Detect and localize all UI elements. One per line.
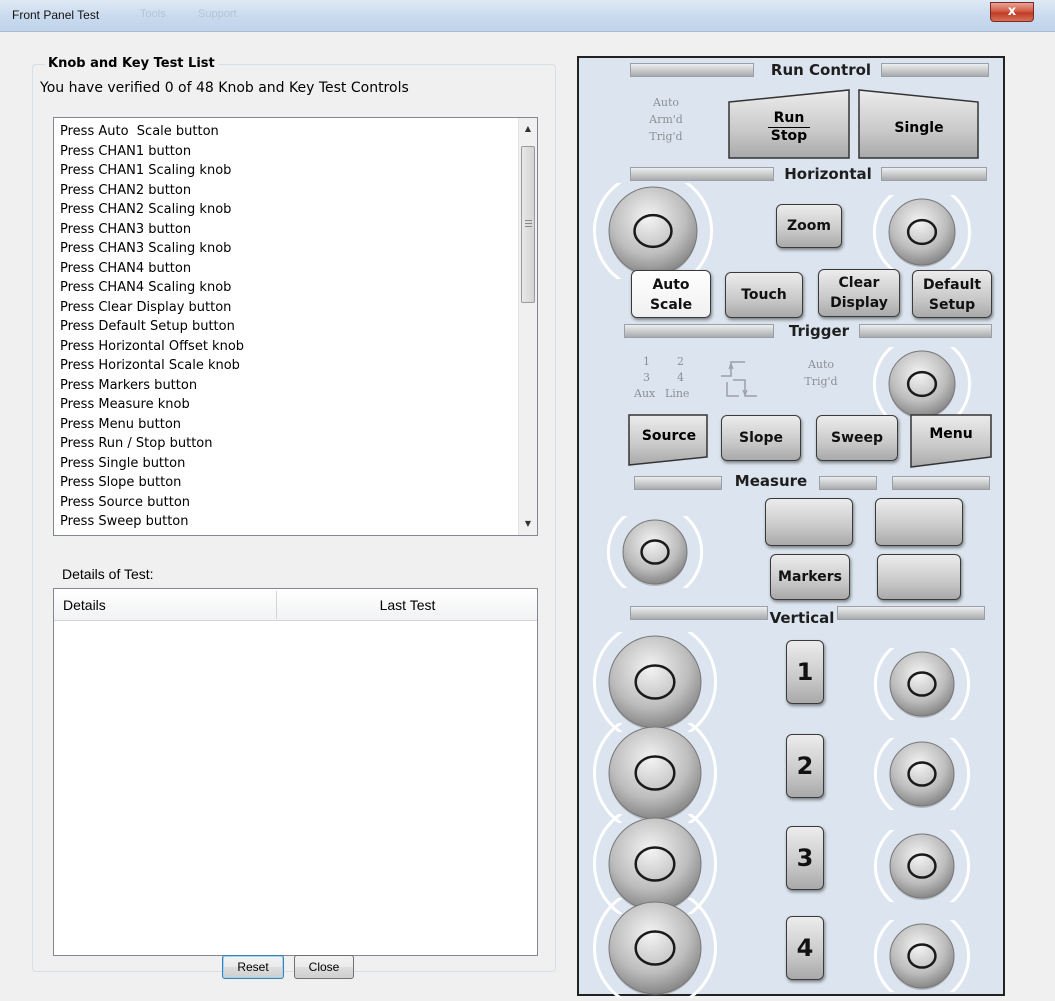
list-item[interactable]: Press CHAN3 Scaling knob (60, 239, 510, 259)
horizontal-title: Horizontal (784, 165, 872, 183)
scroll-thumb[interactable] (521, 146, 535, 303)
vertical-title: Vertical (769, 609, 835, 627)
list-item[interactable]: Press Auto Scale button (60, 122, 510, 142)
list-item[interactable]: Press CHAN4 Scaling knob (60, 278, 510, 298)
test-list-items: Press Auto Scale button Press CHAN1 butto… (60, 122, 510, 532)
slope-button[interactable]: Slope (721, 415, 801, 461)
section-bar (892, 476, 990, 490)
list-item[interactable]: Press CHAN4 button (60, 259, 510, 279)
measure-softkey-2-button[interactable] (875, 498, 963, 546)
reset-button[interactable]: Reset (222, 955, 284, 979)
default-setup-button[interactable]: Default Setup (912, 270, 992, 318)
chan1-offset-knob[interactable] (868, 643, 976, 725)
section-bar (630, 606, 768, 620)
menu-ghost-support: Support (198, 8, 237, 20)
trigger-title: Trigger (788, 322, 850, 340)
chan4-button[interactable]: 4 (786, 916, 824, 980)
horizontal-scale-knob[interactable] (587, 180, 719, 283)
run-control-title: Run Control (770, 61, 872, 79)
chan2-button[interactable]: 2 (786, 734, 824, 798)
single-label: Single (894, 120, 944, 136)
window-title: Front Panel Test (12, 8, 100, 22)
section-bar (819, 476, 877, 490)
title-bar: Front Panel Test Tools Support x (0, 0, 1055, 32)
zoom-button[interactable]: Zoom (776, 204, 842, 248)
list-item[interactable]: Press CHAN2 button (60, 181, 510, 201)
list-item[interactable]: Press Sweep button (60, 512, 510, 532)
group-legend: Knob and Key Test List (45, 56, 218, 71)
clear-display-button[interactable]: Clear Display (818, 269, 900, 317)
menu-ghost-tools: Tools (140, 8, 166, 20)
measure-title: Measure (734, 472, 808, 490)
front-panel-graphic: Run Control Auto Arm'd Trig'd Run Stop S… (577, 56, 1005, 1000)
chan2-scale-knob[interactable] (587, 721, 723, 827)
trigger-status-indicators: Auto Trig'd (804, 358, 838, 388)
section-bar (859, 324, 992, 338)
details-grid[interactable]: Details Last Test (53, 588, 538, 956)
section-bar (881, 167, 987, 181)
horizontal-offset-knob[interactable] (867, 190, 977, 274)
list-item[interactable]: Press Single button (60, 454, 510, 474)
chan4-scale-knob[interactable] (587, 896, 723, 1001)
list-item[interactable]: Press Measure knob (60, 395, 510, 415)
list-item[interactable]: Press Markers button (60, 376, 510, 396)
section-bar (634, 476, 722, 490)
chan4-offset-knob[interactable] (868, 915, 976, 997)
scroll-up-icon[interactable]: ▲ (519, 120, 537, 138)
source-label: Source (641, 428, 697, 444)
list-item[interactable]: Press Clear Display button (60, 298, 510, 318)
list-item[interactable]: Press CHAN1 Scaling knob (60, 161, 510, 181)
sweep-button[interactable]: Sweep (816, 415, 898, 461)
list-item[interactable]: Press Menu button (60, 415, 510, 435)
list-item[interactable]: Press Horizontal Scale knob (60, 356, 510, 376)
list-item[interactable]: Press Slope button (60, 473, 510, 493)
trigger-edge-icon (721, 361, 757, 397)
test-list[interactable]: Press Auto Scale button Press CHAN1 butto… (53, 117, 538, 536)
markers-button[interactable]: Markers (770, 554, 850, 600)
list-item[interactable]: Press CHAN2 Scaling knob (60, 200, 510, 220)
column-details[interactable]: Details (63, 589, 106, 621)
section-bar (630, 63, 754, 77)
list-item[interactable]: Press Source button (60, 493, 510, 513)
section-bar (630, 167, 774, 181)
measure-knob[interactable] (601, 511, 709, 593)
touch-button[interactable]: Touch (725, 272, 803, 318)
list-item[interactable]: Press Horizontal Offset knob (60, 337, 510, 357)
window-close-button[interactable]: x (990, 2, 1034, 22)
front-panel-test-window: Front Panel Test Tools Support x Knob an… (0, 0, 1055, 1001)
chan3-button[interactable]: 3 (786, 826, 824, 890)
measure-softkey-3-button[interactable] (877, 554, 961, 600)
chan3-offset-knob[interactable] (868, 825, 976, 907)
run-stop-label: Run Stop (726, 110, 852, 145)
details-label: Details of Test: (62, 566, 154, 582)
section-bar (881, 63, 989, 77)
section-bar (837, 606, 985, 620)
chan2-offset-knob[interactable] (868, 733, 976, 815)
details-grid-header: Details Last Test (54, 589, 537, 621)
test-list-scrollbar[interactable]: ▲ ▼ (518, 118, 537, 535)
chan1-button[interactable]: 1 (786, 640, 824, 704)
chan1-scale-knob[interactable] (587, 630, 723, 736)
auto-scale-button[interactable]: Auto Scale (631, 270, 711, 318)
list-item[interactable]: Press Default Setup button (60, 317, 510, 337)
measure-softkey-1-button[interactable] (765, 498, 853, 546)
verified-count-text: You have verified 0 of 48 Knob and Key T… (40, 80, 409, 96)
list-item[interactable]: Press Run / Stop button (60, 434, 510, 454)
list-item[interactable]: Press CHAN3 button (60, 220, 510, 240)
list-item[interactable]: Press CHAN1 button (60, 142, 510, 162)
close-button[interactable]: Close (294, 955, 354, 979)
section-bar (624, 324, 774, 338)
menu-label: Menu (929, 426, 973, 442)
column-last-test[interactable]: Last Test (276, 589, 539, 621)
run-status-indicators: Auto Arm'd Trig'd (649, 96, 683, 143)
scroll-down-icon[interactable]: ▼ (519, 515, 537, 533)
